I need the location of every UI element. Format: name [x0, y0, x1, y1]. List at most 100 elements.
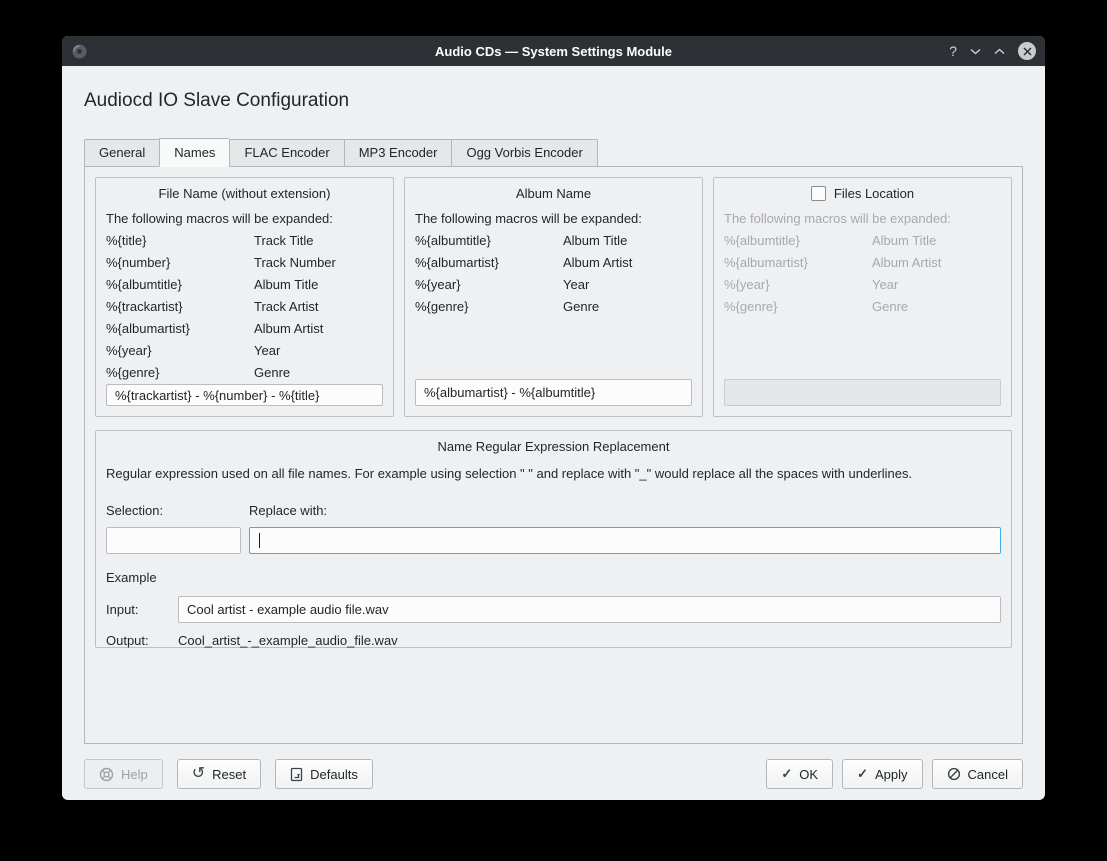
names-tab-panel: File Name (without extension) The follow…: [84, 166, 1023, 744]
ok-button[interactable]: ✓ OK: [766, 759, 833, 789]
macro-row: %{albumtitle} Album Title: [724, 230, 1001, 252]
apply-button-label: Apply: [875, 767, 908, 782]
cancel-button[interactable]: Cancel: [932, 759, 1023, 789]
example-input-label: Input:: [106, 602, 178, 617]
help-button-label: Help: [121, 767, 148, 782]
macro-row: %{trackartist} Track Artist: [106, 296, 383, 318]
macro-token: %{albumtitle}: [415, 230, 563, 252]
macro-token: %{albumtitle}: [106, 274, 254, 296]
apply-button[interactable]: ✓ Apply: [842, 759, 922, 789]
macro-token: %{number}: [106, 252, 254, 274]
album-name-group-title: Album Name: [415, 186, 692, 201]
audio-cd-app-icon: [71, 43, 88, 60]
macro-row: %{genre} Genre: [106, 362, 383, 384]
titlebar[interactable]: Audio CDs — System Settings Module ?: [62, 36, 1045, 66]
macro-token: %{trackartist}: [106, 296, 254, 318]
example-output-value: Cool_artist_-_example_audio_file.wav: [178, 633, 398, 648]
macro-description: Album Title: [254, 274, 318, 296]
album-name-group: Album Name The following macros will be …: [404, 177, 703, 417]
macro-description: Album Artist: [254, 318, 323, 340]
macro-description: Year: [254, 340, 280, 362]
file-name-group: File Name (without extension) The follow…: [95, 177, 394, 417]
keep-above-chevron-up-icon[interactable]: [994, 48, 1005, 55]
macro-token: %{title}: [106, 230, 254, 252]
settings-module-window: Audio CDs — System Settings Module ? Aud…: [62, 36, 1045, 800]
macro-row: %{title} Track Title: [106, 230, 383, 252]
tab-bar: General Names FLAC Encoder MP3 Encoder O…: [84, 138, 1045, 167]
ok-check-icon: ✓: [781, 766, 792, 782]
reset-undo-icon: ↺: [192, 766, 205, 782]
macro-row: %{albumartist} Album Artist: [106, 318, 383, 340]
album-name-pattern-input[interactable]: [415, 379, 692, 406]
macro-description: Track Title: [254, 230, 313, 252]
macro-row: %{year} Year: [724, 274, 1001, 296]
regex-replacement-group: Name Regular Expression Replacement Regu…: [95, 430, 1012, 648]
replace-with-label: Replace with:: [249, 503, 1001, 518]
example-input-field[interactable]: [178, 596, 1001, 623]
macro-token: %{genre}: [724, 296, 872, 318]
tab-general[interactable]: General: [84, 139, 159, 167]
close-button[interactable]: [1018, 42, 1036, 60]
macro-description: Genre: [254, 362, 290, 384]
album-name-macro-list: %{albumtitle} Album Title %{albumartist}…: [415, 230, 692, 318]
macro-token: %{year}: [106, 340, 254, 362]
files-location-label: Files Location: [834, 186, 914, 201]
file-name-group-title: File Name (without extension): [106, 186, 383, 201]
reset-button[interactable]: ↺ Reset: [177, 759, 261, 789]
help-life-ring-icon: [99, 767, 114, 782]
defaults-document-icon: [290, 767, 303, 782]
files-location-checkbox[interactable]: [811, 186, 826, 201]
page-title: Audiocd IO Slave Configuration: [84, 90, 1023, 112]
dialog-button-box: Help ↺ Reset Defaults ✓ OK: [84, 759, 1023, 789]
macro-token: %{year}: [724, 274, 872, 296]
macro-description: Album Artist: [872, 252, 941, 274]
keep-below-chevron-down-icon[interactable]: [970, 48, 981, 55]
selection-input[interactable]: [106, 527, 241, 554]
example-output-label: Output:: [106, 633, 178, 648]
macro-description: Genre: [872, 296, 908, 318]
tab-ogg-vorbis-encoder[interactable]: Ogg Vorbis Encoder: [451, 139, 597, 167]
defaults-button[interactable]: Defaults: [275, 759, 373, 789]
macro-row: %{year} Year: [106, 340, 383, 362]
regex-description: Regular expression used on all file name…: [106, 466, 1001, 481]
macro-description: Year: [563, 274, 589, 296]
replace-with-input[interactable]: [249, 527, 1001, 554]
macro-row: %{albumartist} Album Artist: [724, 252, 1001, 274]
macro-description: Genre: [563, 296, 599, 318]
regex-group-title: Name Regular Expression Replacement: [106, 439, 1001, 454]
text-caret: [259, 533, 260, 548]
macro-description: Track Artist: [254, 296, 319, 318]
files-location-group: Files Location The following macros will…: [713, 177, 1012, 417]
macro-intro-text: The following macros will be expanded:: [106, 211, 383, 226]
macro-description: Year: [872, 274, 898, 296]
macro-row: %{number} Track Number: [106, 252, 383, 274]
context-help-button[interactable]: ?: [949, 43, 957, 59]
macro-row: %{genre} Genre: [724, 296, 1001, 318]
tab-names[interactable]: Names: [159, 138, 229, 167]
files-location-macro-list: %{albumtitle} Album Title %{albumartist}…: [724, 230, 1001, 318]
macro-token: %{year}: [415, 274, 563, 296]
macro-description: Album Artist: [563, 252, 632, 274]
help-button[interactable]: Help: [84, 759, 163, 789]
macro-row: %{albumtitle} Album Title: [415, 230, 692, 252]
macro-row: %{albumtitle} Album Title: [106, 274, 383, 296]
tab-mp3-encoder[interactable]: MP3 Encoder: [344, 139, 452, 167]
file-name-pattern-input[interactable]: [106, 384, 383, 406]
macro-token: %{albumartist}: [106, 318, 254, 340]
macro-description: Album Title: [872, 230, 936, 252]
macro-row: %{albumartist} Album Artist: [415, 252, 692, 274]
selection-label: Selection:: [106, 503, 241, 518]
macro-description: Track Number: [254, 252, 336, 274]
macro-row: %{genre} Genre: [415, 296, 692, 318]
cancel-slash-circle-icon: [947, 767, 961, 781]
macro-token: %{genre}: [106, 362, 254, 384]
files-location-group-title: Files Location: [724, 186, 1001, 201]
example-label: Example: [106, 570, 1001, 585]
macro-token: %{genre}: [415, 296, 563, 318]
macro-intro-text: The following macros will be expanded:: [415, 211, 692, 226]
macro-intro-text: The following macros will be expanded:: [724, 211, 1001, 226]
ok-button-label: OK: [799, 767, 818, 782]
macro-token: %{albumtitle}: [724, 230, 872, 252]
window-title: Audio CDs — System Settings Module: [62, 44, 1045, 59]
tab-flac-encoder[interactable]: FLAC Encoder: [229, 139, 343, 167]
